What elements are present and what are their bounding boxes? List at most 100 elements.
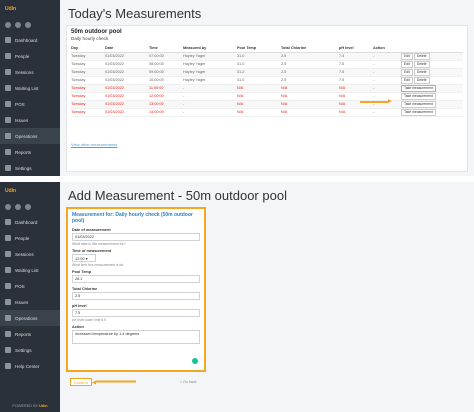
time-select[interactable]: 12:00 ▾ xyxy=(72,254,96,262)
sidebar-item-label: Waiting List xyxy=(15,85,39,91)
brand-logo[interactable]: Udin xyxy=(0,0,60,18)
sidebar-item-dashboard[interactable]: Dashboard xyxy=(0,214,60,230)
edit-button[interactable]: Edit xyxy=(401,52,413,60)
table-cell-by: Hayley Yager xyxy=(183,60,237,69)
table-cell-temp: 31.0 xyxy=(237,76,281,85)
table-cell-by: - xyxy=(183,108,237,117)
screenshot-root: Udin Dashboard People Sessions Waiting L… xyxy=(0,0,474,412)
calendar-icon[interactable] xyxy=(15,22,21,28)
table-cell-buttons: Take measurement xyxy=(401,84,463,93)
table-cell-date: 01/03/2022 xyxy=(105,100,149,109)
table-cell-temp: N/A xyxy=(237,100,281,109)
sidebar-item-settings[interactable]: Settings xyxy=(0,342,60,358)
table-cell-date: 01/03/2022 xyxy=(105,76,149,85)
sidebar-item-sessions[interactable]: Sessions xyxy=(0,64,60,80)
ph-label: pH level xyxy=(72,304,87,308)
waiting-list-icon xyxy=(5,267,11,273)
table-cell-time: 08:00:00 xyxy=(149,60,183,69)
delete-button[interactable]: Delete xyxy=(413,60,430,68)
ph-field[interactable]: 7.5 xyxy=(72,309,200,317)
highlight-arrow xyxy=(96,381,136,383)
grammarly-icon[interactable] xyxy=(192,358,198,364)
sidebar-item-pos[interactable]: POS xyxy=(0,278,60,294)
chevron-down-icon: ▾ xyxy=(85,257,88,261)
take-measurement-button[interactable]: Take measurement xyxy=(401,84,436,92)
people-icon xyxy=(5,235,11,241)
action-textarea[interactable]: increased temperature by 1.4 degrees xyxy=(72,330,200,344)
table-cell-temp: 31.0 xyxy=(237,60,281,69)
chlorine-field[interactable]: 2.5 xyxy=(72,292,200,300)
sidebar-item-label: POS xyxy=(15,283,25,289)
table-cell-day: Tuesday xyxy=(71,60,105,69)
sidebar: Udin Dashboard People Sessions Waiting L… xyxy=(0,0,60,176)
take-measurement-button[interactable]: Take measurement xyxy=(401,92,436,100)
edit-button[interactable]: Edit xyxy=(401,76,413,84)
delete-button[interactable]: Delete xyxy=(413,76,430,84)
sidebar-item-label: Dashboard xyxy=(15,37,38,43)
waiting-list-icon xyxy=(5,85,11,91)
table-cell-buttons: Take measurement xyxy=(401,108,463,117)
edit-button[interactable]: Edit xyxy=(401,60,413,68)
date-help: What date is this measurement for? xyxy=(72,242,126,246)
pool-temp-field[interactable]: 28.1 xyxy=(72,275,200,283)
sidebar-item-reports[interactable]: Reports xyxy=(0,144,60,160)
sidebar-item-reports[interactable]: Reports xyxy=(0,326,60,342)
table-cell-ph: N/A xyxy=(339,92,373,101)
edit-button[interactable]: Edit xyxy=(401,68,413,76)
powered-by-logo: Udin xyxy=(39,404,48,408)
sidebar-item-operations[interactable]: Operations xyxy=(0,128,60,144)
sidebar-item-label: Issues xyxy=(15,299,29,305)
main-content: Today's Measurements 50m outdoor pool Da… xyxy=(60,0,474,176)
sidebar-item-issues[interactable]: Issues xyxy=(0,294,60,310)
go-back-link[interactable]: < Go back xyxy=(180,380,196,384)
sidebar-item-dashboard[interactable]: Dashboard xyxy=(0,32,60,48)
sidebar-item-label: POS xyxy=(15,101,25,107)
sidebar-item-issues[interactable]: Issues xyxy=(0,112,60,128)
delete-button[interactable]: Delete xyxy=(413,52,430,60)
sidebar-toolbar xyxy=(0,18,60,32)
notifications-icon[interactable] xyxy=(25,22,31,28)
table-cell-chlorine: N/A xyxy=(281,84,339,93)
sidebar-item-label: Operations xyxy=(15,133,38,139)
table-cell-chlorine: 2.5 xyxy=(281,52,339,61)
table-cell-action: - xyxy=(373,84,401,93)
notifications-icon[interactable] xyxy=(25,204,31,210)
table-cell-day: Tuesday xyxy=(71,68,105,77)
sidebar-item-waiting-list[interactable]: Waiting List xyxy=(0,262,60,278)
confirm-button[interactable]: Confirm xyxy=(70,378,92,386)
sidebar-item-label: Settings xyxy=(15,165,32,171)
table-cell-ph: 7.4 xyxy=(339,52,373,61)
measurements-card: 50m outdoor pool Daily hourly check Day … xyxy=(66,25,468,172)
sidebar-item-help-center[interactable]: Help Center xyxy=(0,358,60,374)
sidebar-item-waiting-list[interactable]: Waiting List xyxy=(0,80,60,96)
table-row: Tuesday 01/03/2022 11:00:00- N/A N/A N/A - Take… xyxy=(71,84,463,93)
date-field[interactable]: 01/03/2022 xyxy=(72,233,200,241)
sidebar-item-pos[interactable]: POS xyxy=(0,96,60,112)
highlight-arrow xyxy=(360,99,392,103)
view-other-measurements-link[interactable]: View other measurements xyxy=(71,142,117,147)
sidebar-item-operations[interactable]: Operations xyxy=(0,310,60,326)
sidebar-toolbar xyxy=(0,200,60,214)
sidebar-item-label: Operations xyxy=(15,315,38,321)
sidebar-item-label: Reports xyxy=(15,149,32,155)
delete-button[interactable]: Delete xyxy=(413,68,430,76)
table-cell-time: 09:00:00 xyxy=(149,68,183,77)
take-measurement-button[interactable]: Take measurement xyxy=(401,100,436,108)
calendar-icon[interactable] xyxy=(15,204,21,210)
sidebar-item-people[interactable]: People xyxy=(0,230,60,246)
take-measurement-button[interactable]: Take measurement xyxy=(401,108,436,116)
table-cell-by: Hayley Yager xyxy=(183,68,237,77)
sidebar-item-settings[interactable]: Settings xyxy=(0,160,60,176)
brand-logo[interactable]: Udin xyxy=(0,182,60,200)
chat-icon[interactable] xyxy=(5,204,11,210)
table-cell-buttons: Edit Delete xyxy=(401,68,463,77)
chat-icon[interactable] xyxy=(5,22,11,28)
reports-icon xyxy=(5,149,11,155)
column-header: Measured by xyxy=(183,44,237,53)
sidebar-item-people[interactable]: People xyxy=(0,48,60,64)
table-cell-temp: 31.0 xyxy=(237,52,281,61)
form-title: Measurement for: Daily hourly check (50m… xyxy=(72,212,193,224)
column-header: Total Chlorine xyxy=(281,44,339,53)
sidebar-item-sessions[interactable]: Sessions xyxy=(0,246,60,262)
table-cell-buttons: Edit Delete xyxy=(401,76,463,85)
